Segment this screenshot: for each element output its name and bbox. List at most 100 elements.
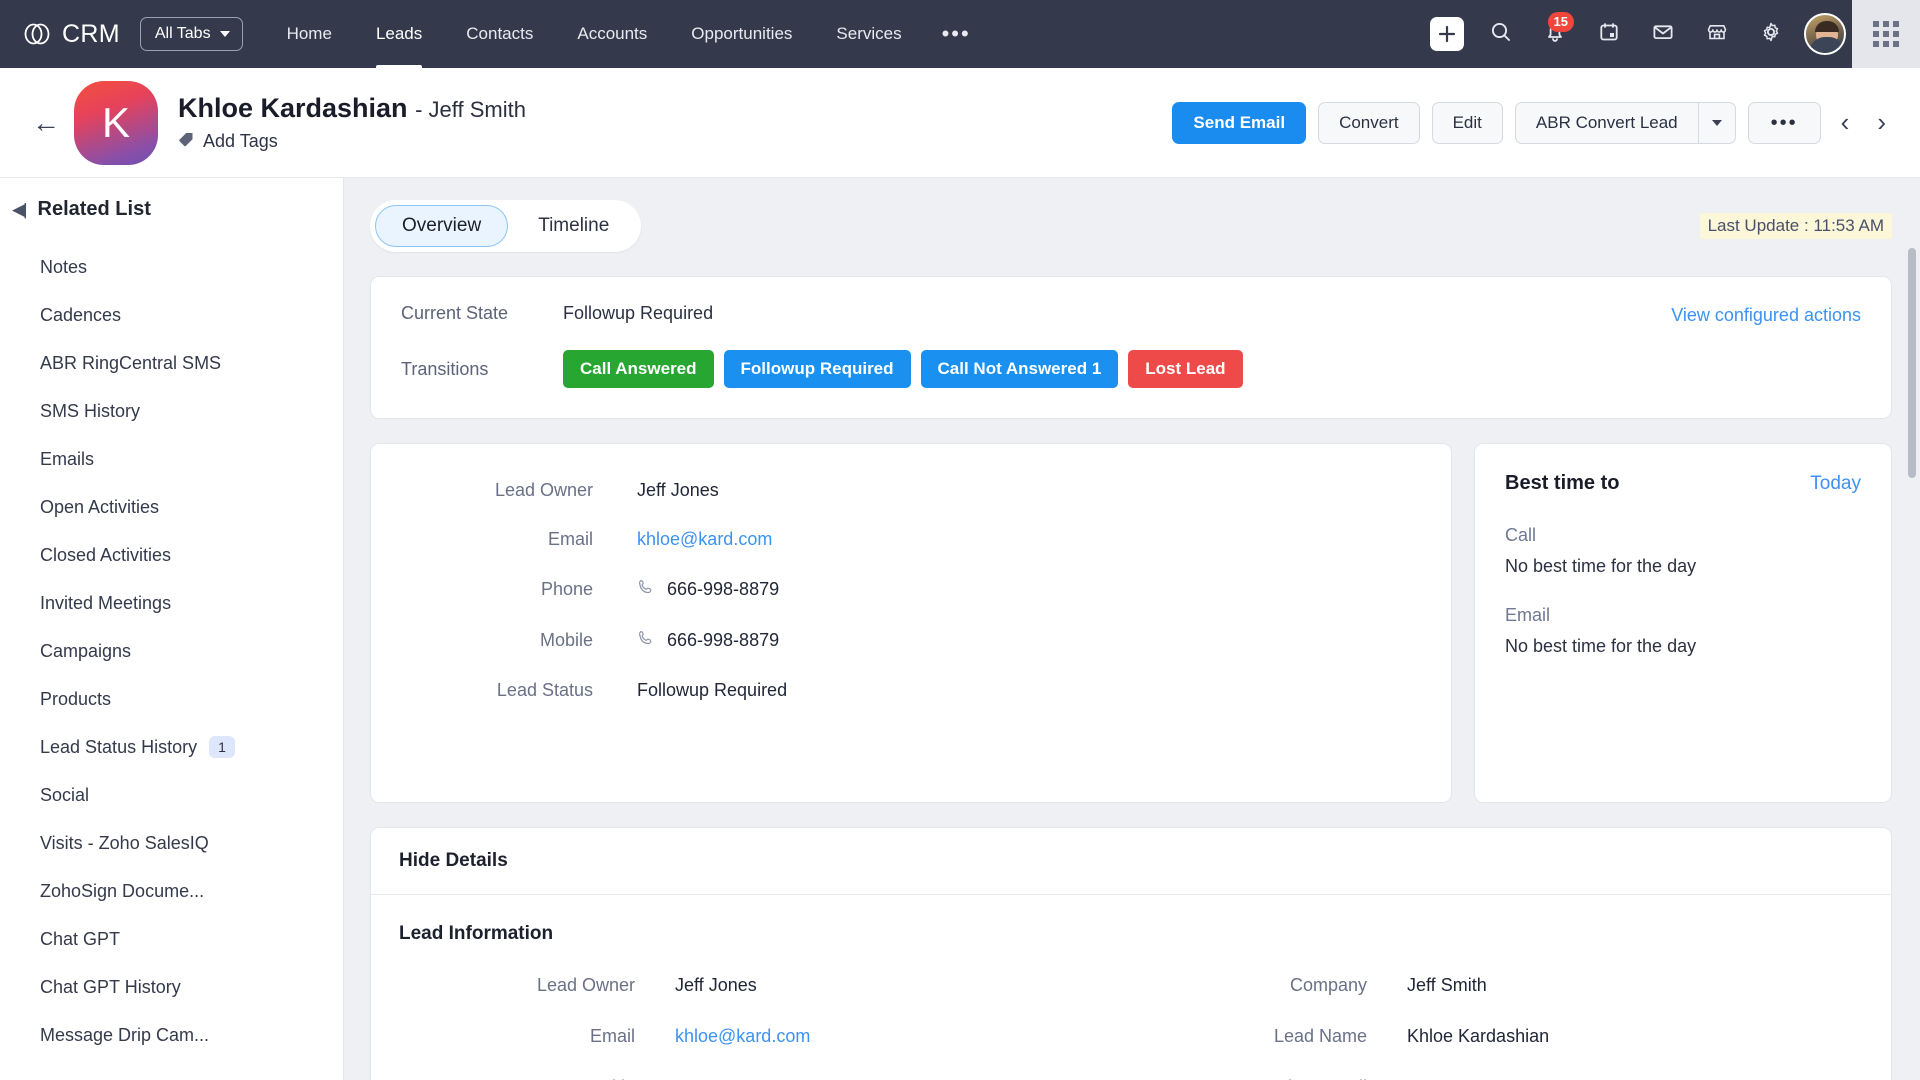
nav-item-leads[interactable]: Leads [354,0,444,68]
all-tabs-dropdown[interactable]: All Tabs [139,17,243,51]
field-label: Mobile [539,630,593,650]
best-time-card: Best time to Today Call No best time for… [1474,443,1892,803]
add-tags-button[interactable]: Add Tags [178,131,526,153]
sidebar-item-label: Cadences [40,304,122,325]
all-tabs-label: All Tabs [154,25,211,42]
transition-followup-required[interactable]: Followup Required [723,350,911,388]
calendar-icon [1597,20,1621,49]
lead-information-title: Lead Information [399,923,554,944]
marketplace-icon [1705,20,1729,49]
top-navigation-bar: CRM All Tabs Home Leads Contacts Account… [0,0,1920,68]
lead-name: Khloe Kardashian [178,92,408,123]
next-record-button[interactable]: › [1869,107,1894,138]
nav-item-accounts[interactable]: Accounts [555,0,669,68]
sidebar-item-message-drip-campaign[interactable]: Message Drip Cam... [0,1011,343,1059]
convert-button[interactable]: Convert [1318,101,1420,144]
sidebar-item-chat-gpt-history[interactable]: Chat GPT History [0,963,343,1011]
sidebar-item-campaigns[interactable]: Campaigns [0,627,343,675]
view-configured-actions-link[interactable]: View configured actions [1671,305,1861,326]
sidebar-item-closed-activities[interactable]: Closed Activities [0,531,343,579]
sidebar-item-open-activities[interactable]: Open Activities [0,483,343,531]
user-avatar-button[interactable] [1798,0,1852,68]
detail-field-email: Email khloe@kard.com [399,1026,1131,1047]
detail-value[interactable]: khloe@kard.com [675,1026,810,1047]
sidebar-item-label: ZohoSign Docume... [40,880,205,901]
detail-value: Khloe Kardashian [1407,1026,1550,1046]
calendar-button[interactable] [1582,0,1636,68]
nav-item-opportunities[interactable]: Opportunities [669,0,814,68]
sidebar-item-abr-ringcentral-sms[interactable]: ABR RingCentral SMS [0,339,343,387]
main-nav-links: Home Leads Contacts Accounts Opportuniti… [265,0,989,68]
detail-value: Jeff Smith [1407,975,1487,995]
sidebar-item-emails[interactable]: Emails [0,435,343,483]
abr-convert-lead-dropdown-button[interactable] [1697,101,1736,144]
lead-company: - Jeff Smith [415,96,526,122]
transition-buttons: Call Answered Followup Required Call Not… [563,350,1243,388]
best-time-header: Best time to Today [1505,472,1861,495]
sidebar-item-label: Message Drip Cam... [40,1024,210,1045]
detail-value: Jeff Jones [675,975,757,995]
abr-convert-lead-split-button: ABR Convert Lead [1514,101,1736,144]
transition-call-not-answered-1[interactable]: Call Not Answered 1 [920,350,1119,388]
add-button[interactable] [1420,0,1474,68]
nav-more-icon[interactable]: ••• [924,23,989,45]
sidebar-item-products[interactable]: Products [0,675,343,723]
tab-overview[interactable]: Overview [375,205,509,247]
sidebar-item-social[interactable]: Social [0,771,343,819]
nav-item-home[interactable]: Home [265,0,354,68]
sidebar-item-label: Campaigns [40,640,132,661]
sidebar-item-label: Chat GPT History [40,976,181,997]
detail-label: Lead Name [1273,1026,1367,1046]
notifications-button[interactable]: 15 [1528,0,1582,68]
back-button[interactable]: ← [24,108,74,137]
best-time-email-value: No best time for the day [1505,636,1697,656]
phone-icon[interactable] [637,578,655,601]
transition-lost-lead[interactable]: Lost Lead [1128,350,1243,388]
apps-launcher-button[interactable] [1852,0,1920,68]
hide-details-toggle[interactable]: Hide Details [371,828,1891,895]
field-row: Email khloe@kard.com [411,529,1411,550]
state-transition-card: View configured actions Current State Fo… [370,276,1892,419]
marketplace-button[interactable] [1690,0,1744,68]
tab-timeline[interactable]: Timeline [511,205,636,247]
previous-record-button[interactable]: ‹ [1833,107,1858,138]
mail-button[interactable] [1636,0,1690,68]
main-scrollbar[interactable] [1908,248,1916,808]
related-list-header: ◀| Related List [0,198,343,221]
sidebar-item-label: Closed Activities [40,544,172,565]
transition-call-answered[interactable]: Call Answered [563,350,714,388]
transitions-label: Transitions [401,358,489,379]
nav-item-contacts[interactable]: Contacts [444,0,555,68]
field-value-email[interactable]: khloe@kard.com [637,529,772,550]
sidebar-item-chat-gpt[interactable]: Chat GPT [0,915,343,963]
sidebar-item-lead-status-history[interactable]: Lead Status History 1 [0,723,343,771]
search-button[interactable] [1474,0,1528,68]
field-row: Lead Owner Jeff Jones [411,480,1411,501]
avatar [1804,13,1846,55]
sidebar-item-visits-zoho-salesiq[interactable]: Visits - Zoho SalesIQ [0,819,343,867]
edit-button[interactable]: Edit [1431,101,1503,144]
crm-logo-icon [22,19,52,49]
sidebar-item-count-badge: 1 [209,736,235,758]
detail-field-lead-owner: Lead Owner Jeff Jones [399,975,1131,996]
crm-brand[interactable]: CRM [22,19,120,49]
field-value-lead-owner: Jeff Jones [637,480,719,500]
field-value-lead-status: Followup Required [637,680,788,700]
nav-item-services[interactable]: Services [814,0,923,68]
send-email-button[interactable]: Send Email [1172,101,1307,144]
settings-button[interactable] [1744,0,1798,68]
sidebar-item-sms-history[interactable]: SMS History [0,387,343,435]
sidebar-item-label: SMS History [40,400,141,421]
best-time-today-link[interactable]: Today [1810,473,1861,495]
sidebar-item-cadences[interactable]: Cadences [0,291,343,339]
collapse-sidebar-icon[interactable]: ◀| [12,200,27,220]
nav-right-icons: 15 [1420,0,1920,68]
record-more-button[interactable]: ••• [1747,101,1821,144]
sidebar-item-invited-meetings[interactable]: Invited Meetings [0,579,343,627]
sidebar-item-notes[interactable]: Notes [0,243,343,291]
phone-icon[interactable] [637,629,655,652]
sidebar-item-zohosign-documents[interactable]: ZohoSign Docume... [0,867,343,915]
best-time-call-label: Call [1505,525,1537,545]
scrollbar-thumb[interactable] [1908,248,1916,478]
abr-convert-lead-button[interactable]: ABR Convert Lead [1514,101,1698,144]
